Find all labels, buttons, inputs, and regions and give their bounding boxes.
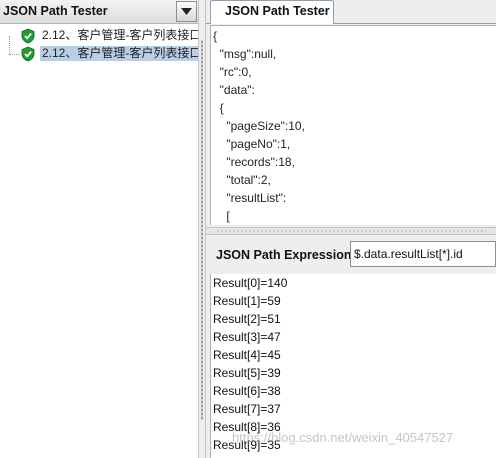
tree-connector-line — [9, 54, 19, 55]
json-line: [ — [213, 209, 230, 223]
expression-row: JSON Path Expression — [210, 238, 496, 272]
result-line: Result[9]=35 — [213, 438, 281, 452]
right-panel: JSON Path Tester { "msg":null, "rc":0, "… — [206, 0, 496, 458]
left-panel: JSON Path Tester 2.12、客户管理-客户列表接口 2.12、客… — [0, 0, 198, 458]
result-line: Result[3]=47 — [213, 330, 281, 344]
horizontal-splitter[interactable] — [206, 227, 496, 235]
results-view[interactable]: Result[0]=140 Result[1]=59 Result[2]=51 … — [210, 274, 496, 458]
panel-dropdown-button[interactable] — [176, 1, 197, 22]
result-line: Result[1]=59 — [213, 294, 281, 308]
json-line: { — [213, 101, 224, 115]
splitter-grip — [201, 40, 203, 420]
tab-json-path-tester[interactable]: JSON Path Tester — [210, 0, 334, 24]
json-line: "msg":null, — [213, 47, 277, 61]
left-panel-title: JSON Path Tester — [3, 4, 108, 18]
result-line: Result[0]=140 — [213, 276, 288, 290]
green-shield-check-icon — [21, 46, 35, 62]
triangle-down-icon — [181, 8, 192, 15]
json-line: "data": — [213, 83, 255, 97]
tree-connector-line — [9, 36, 10, 54]
result-line: Result[7]=37 — [213, 402, 281, 416]
json-line: "records":18, — [213, 155, 295, 169]
vertical-splitter[interactable] — [198, 0, 206, 458]
json-line: "total":2, — [213, 173, 271, 187]
splitter-grip — [216, 230, 486, 232]
tree-item-label: 2.12、客户管理-客户列表接口 — [40, 46, 198, 61]
result-line: Result[6]=38 — [213, 384, 281, 398]
json-line: "pageSize":10, — [213, 119, 305, 133]
result-line: Result[8]=36 — [213, 420, 281, 434]
json-line: "pageNo":1, — [213, 137, 291, 151]
tree-item-selected[interactable]: 2.12、客户管理-客户列表接口 — [20, 45, 198, 63]
tab-strip: JSON Path Tester — [206, 0, 496, 24]
expression-label: JSON Path Expression — [216, 248, 352, 262]
json-line: "rc":0, — [213, 65, 252, 79]
json-line: { — [213, 29, 218, 43]
result-line: Result[2]=51 — [213, 312, 281, 326]
green-shield-check-icon — [21, 28, 35, 44]
result-line: Result[4]=45 — [213, 348, 281, 362]
tab-label: JSON Path Tester — [225, 4, 330, 18]
tree-item-label: 2.12、客户管理-客户列表接口 — [42, 28, 198, 42]
json-path-expression-input[interactable] — [350, 241, 496, 267]
left-panel-header: JSON Path Tester — [0, 0, 198, 24]
response-json-view[interactable]: { "msg":null, "rc":0, "data": { "pageSiz… — [210, 25, 496, 225]
result-line: Result[5]=39 — [213, 366, 281, 380]
json-line: "resultList": — [213, 191, 287, 205]
tree-item[interactable]: 2.12、客户管理-客户列表接口 — [20, 27, 198, 45]
